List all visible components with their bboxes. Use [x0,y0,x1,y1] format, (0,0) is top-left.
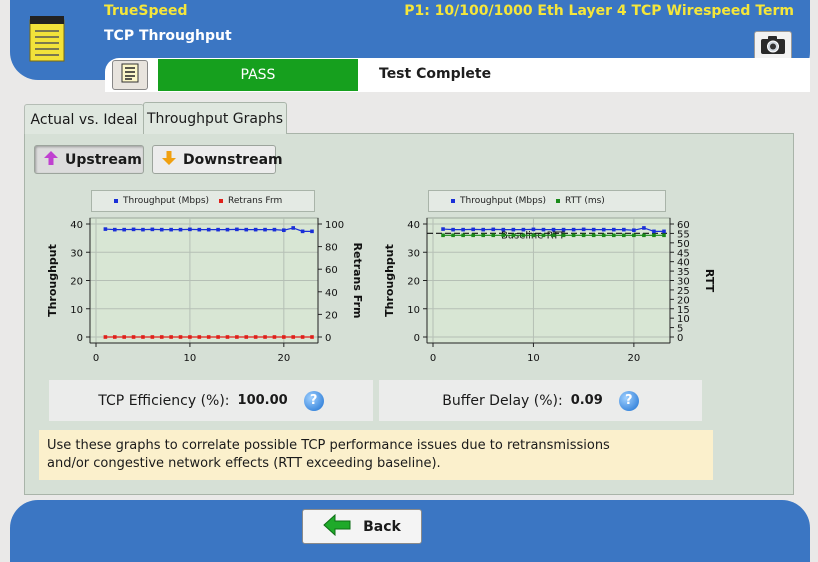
downstream-button[interactable]: Downstream [152,145,283,174]
report-button[interactable] [112,60,148,90]
back-label: Back [363,518,401,535]
legend-label: Retrans Frm [228,196,283,206]
legend-label: Throughput (Mbps) [123,196,210,206]
legend-item: Throughput (Mbps) [114,196,209,206]
legend-item: Throughput (Mbps) [451,196,546,206]
tcp-efficiency-box: TCP Efficiency (%): 100.00 ? [49,380,373,421]
upstream-label: Upstream [65,151,142,168]
chart2-legend: Throughput (Mbps) RTT (ms) [428,190,666,212]
app-window: TrueSpeed P1: 10/100/1000 Eth Layer 4 TC… [0,0,818,562]
buffer-delay-box: Buffer Delay (%): 0.09 ? [379,380,702,421]
app-title: TrueSpeed [104,3,188,19]
info-note: Use these graphs to correlate possible T… [39,430,713,480]
test-status: Test Complete [379,66,492,82]
back-button[interactable]: Back [302,509,422,544]
port-title: P1: 10/100/1000 Eth Layer 4 TCP Wirespee… [404,3,794,19]
legend-item: Retrans Frm [219,196,282,206]
legend-item: RTT (ms) [556,196,605,206]
upstream-button[interactable]: Upstream [34,145,144,174]
camera-icon [760,35,786,59]
arrow-down-icon [161,150,177,170]
help-icon[interactable]: ? [618,390,639,411]
downstream-label: Downstream [183,151,283,168]
legend-label: RTT (ms) [565,196,605,206]
buffer-delay-value: 0.09 [570,393,603,408]
tab-actual-vs-ideal[interactable]: Actual vs. Ideal [24,104,144,134]
buffer-delay-label: Buffer Delay (%): [442,392,563,409]
tab-throughput-graphs[interactable]: Throughput Graphs [143,102,287,134]
chart1-legend: Throughput (Mbps) Retrans Frm [91,190,315,212]
legend-label: Throughput (Mbps) [460,196,547,206]
result-badge: PASS [158,59,358,91]
page-title: TCP Throughput [104,28,232,44]
tcp-efficiency-value: 100.00 [237,393,288,408]
report-icon [121,63,139,87]
arrow-up-icon [43,150,59,170]
tcp-efficiency-label: TCP Efficiency (%): [98,392,230,409]
notepad-icon [28,14,66,62]
help-icon[interactable]: ? [303,390,324,411]
arrow-left-icon [323,513,351,540]
